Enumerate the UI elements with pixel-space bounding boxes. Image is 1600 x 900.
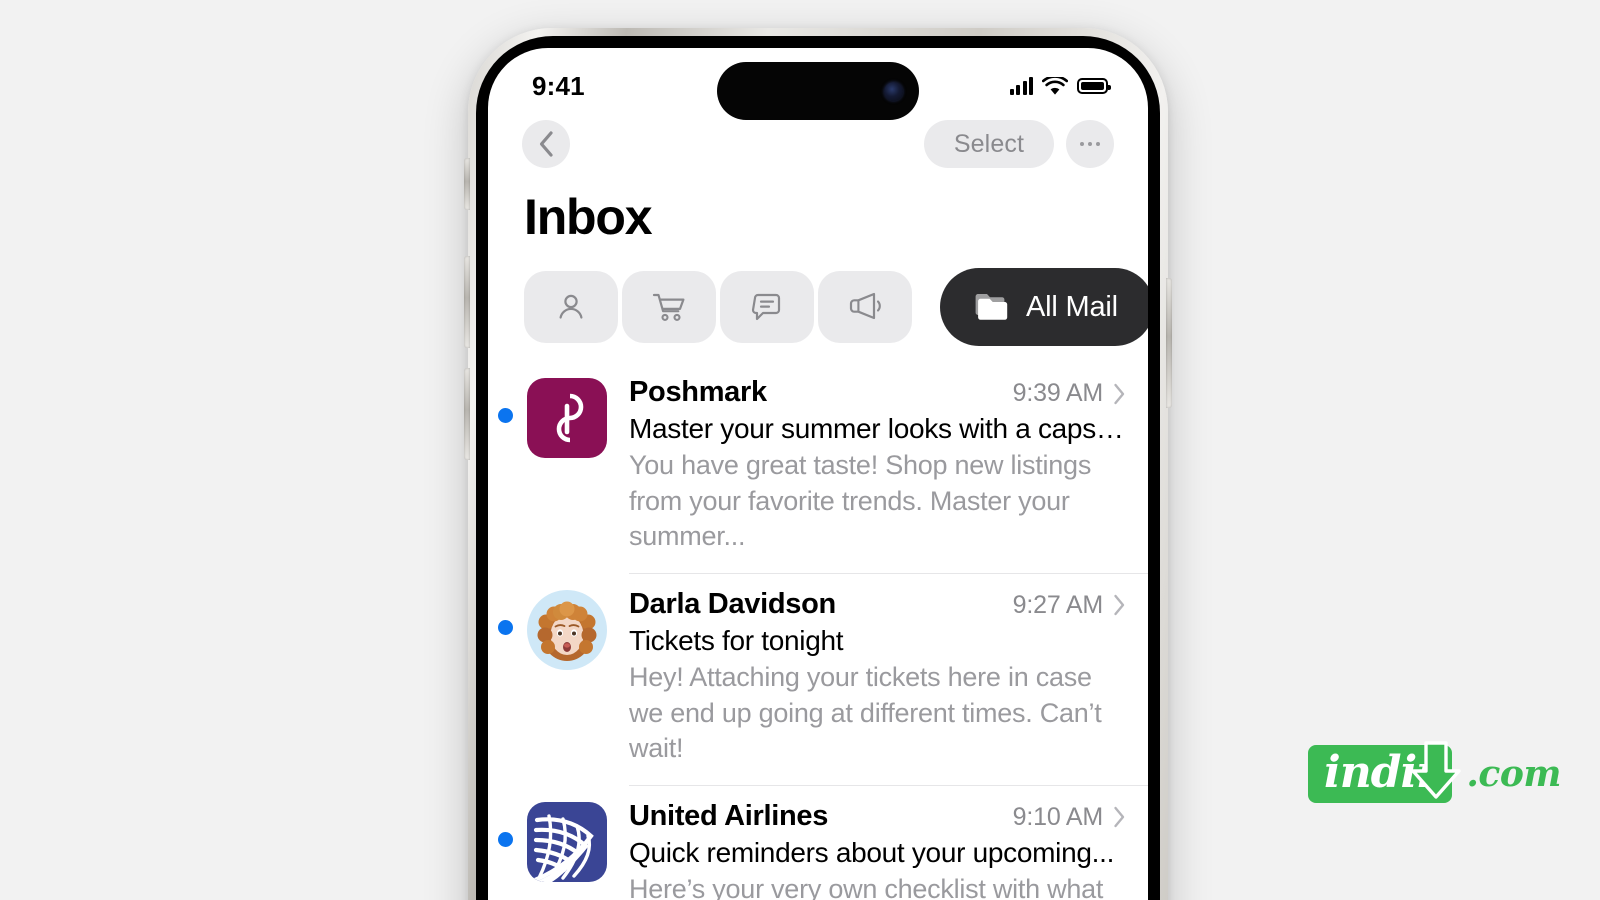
battery-full-icon (1077, 78, 1111, 94)
memoji-avatar-icon (527, 589, 607, 670)
chevron-right-icon (1114, 595, 1125, 616)
unread-indicator-dot (498, 831, 513, 847)
mail-sender: United Airlines (629, 799, 829, 832)
status-bar-clock: 9:41 (532, 70, 585, 101)
action-button[interactable] (464, 158, 470, 210)
mail-row[interactable]: Poshmark 9:39 AM Master your summer look… (488, 362, 1148, 574)
status-bar-indicators (1009, 76, 1111, 96)
shopping-cart-icon (652, 293, 685, 321)
filter-transactions-button[interactable] (622, 271, 716, 343)
avatar (527, 589, 607, 670)
mail-row[interactable]: Darla Davidson 9:27 AM Tickets for tonig… (488, 574, 1148, 786)
volume-up-button[interactable] (464, 256, 470, 348)
poshmark-logo-icon (527, 378, 607, 458)
watermark-suffix: .com (1466, 753, 1561, 795)
avatar (527, 378, 607, 458)
dynamic-island (717, 62, 919, 120)
mail-preview: Here’s your very own checklist with what… (629, 873, 1104, 900)
more-options-button[interactable] (1066, 120, 1114, 168)
chevron-left-icon (539, 131, 553, 157)
avatar (527, 801, 607, 882)
ellipsis-icon (1079, 141, 1085, 147)
mail-preview: You have great taste! Shop new listings … (629, 450, 1092, 552)
mail-list: Poshmark 9:39 AM Master your summer look… (488, 346, 1148, 900)
filter-primary-button[interactable] (524, 271, 618, 343)
cellular-signal-icon (1009, 77, 1033, 95)
mail-subject: Quick reminders about your upcoming... (629, 836, 1115, 868)
front-camera-lens-icon (884, 81, 903, 101)
all-mail-label: All Mail (1026, 290, 1118, 323)
mail-sender: Poshmark (629, 376, 767, 408)
chat-bubble-icon (751, 293, 781, 321)
unread-indicator-dot (498, 408, 513, 423)
indir-com-watermark: indir .com (1308, 741, 1561, 803)
filter-updates-button[interactable] (720, 271, 814, 343)
megaphone-icon (849, 292, 881, 320)
person-icon (559, 294, 583, 319)
filter-promotions-button[interactable] (818, 271, 912, 343)
page-title: Inbox (524, 189, 653, 245)
mail-subject: Tickets for tonight (629, 624, 844, 656)
united-airlines-logo-icon (527, 801, 607, 882)
mail-subject: Master your summer looks with a capsule.… (629, 413, 1148, 444)
watermark-badge: indir (1308, 741, 1462, 803)
chevron-right-icon (1114, 807, 1125, 828)
all-mail-filter-button[interactable]: All Mail (940, 268, 1148, 346)
mail-timestamp: 9:27 AM (1012, 590, 1104, 619)
folder-stack-icon (975, 294, 1008, 320)
iphone-device-mockup: 9:41 Select Inbox All Mail Poshmark 9:39… (464, 28, 1172, 900)
category-filter-row: All Mail (488, 246, 1148, 346)
wifi-icon (1042, 76, 1068, 95)
mail-sender: Darla Davidson (629, 587, 836, 620)
status-bar: 9:41 (488, 48, 1148, 120)
phone-screen: 9:41 Select Inbox All Mail Poshmark 9:39… (488, 48, 1148, 900)
download-arrow-icon (1412, 741, 1462, 799)
mail-timestamp: 9:10 AM (1012, 802, 1104, 831)
mail-preview: Hey! Attaching your tickets here in case… (629, 661, 1102, 764)
chevron-right-icon (1114, 383, 1125, 404)
back-button[interactable] (522, 120, 570, 168)
mail-timestamp: 9:39 AM (1012, 379, 1104, 407)
select-button[interactable]: Select (923, 120, 1054, 168)
volume-down-button[interactable] (464, 368, 470, 460)
mail-row[interactable]: United Airlines 9:10 AM Quick reminders … (488, 786, 1148, 900)
power-button[interactable] (1166, 278, 1172, 408)
unread-indicator-dot (498, 619, 513, 635)
